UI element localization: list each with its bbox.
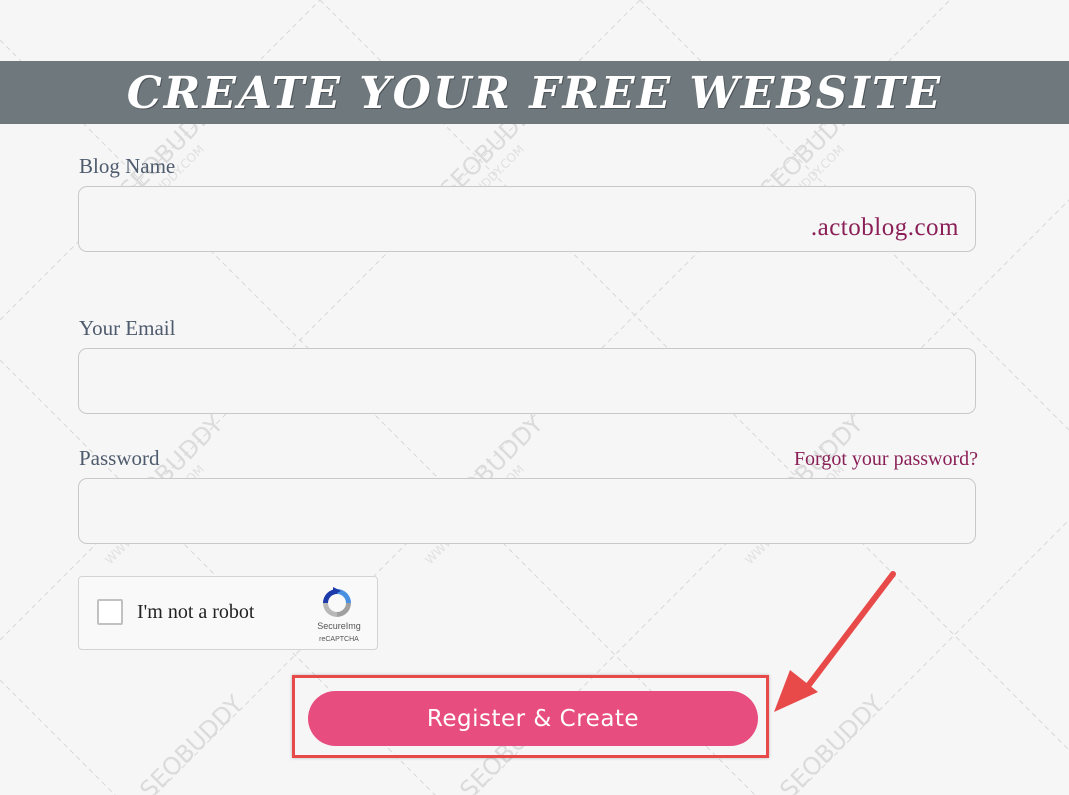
domain-suffix: .actoblog.com: [810, 214, 959, 241]
forgot-password-link[interactable]: Forgot your password?: [794, 448, 978, 471]
blog-name-field[interactable]: .actoblog.com: [78, 186, 976, 252]
recaptcha-checkbox[interactable]: [97, 599, 123, 625]
password-label: Password: [79, 446, 160, 470]
watermark-text: SEOBUDDY: [774, 690, 889, 795]
recaptcha-logo-icon: [323, 587, 351, 617]
recaptcha-label: I'm not a robot: [137, 601, 255, 623]
email-input[interactable]: [79, 349, 975, 413]
password-field[interactable]: [78, 478, 976, 544]
recaptcha-widget: I'm not a robot SecureImg reCAPTCHA: [78, 576, 378, 650]
password-input[interactable]: [79, 479, 975, 543]
recaptcha-brand: SecureImg: [317, 621, 361, 631]
watermark-text: SEOBUDDY: [134, 690, 249, 795]
header-banner: CREATE YOUR FREE WEBSITE: [0, 61, 1069, 124]
recaptcha-subtitle: reCAPTCHA: [319, 636, 359, 643]
page-title: CREATE YOUR FREE WEBSITE: [126, 68, 943, 119]
email-label: Your Email: [79, 316, 176, 340]
blog-name-label: Blog Name: [79, 154, 176, 178]
email-field[interactable]: [78, 348, 976, 414]
register-create-button[interactable]: Register & Create: [308, 691, 758, 746]
